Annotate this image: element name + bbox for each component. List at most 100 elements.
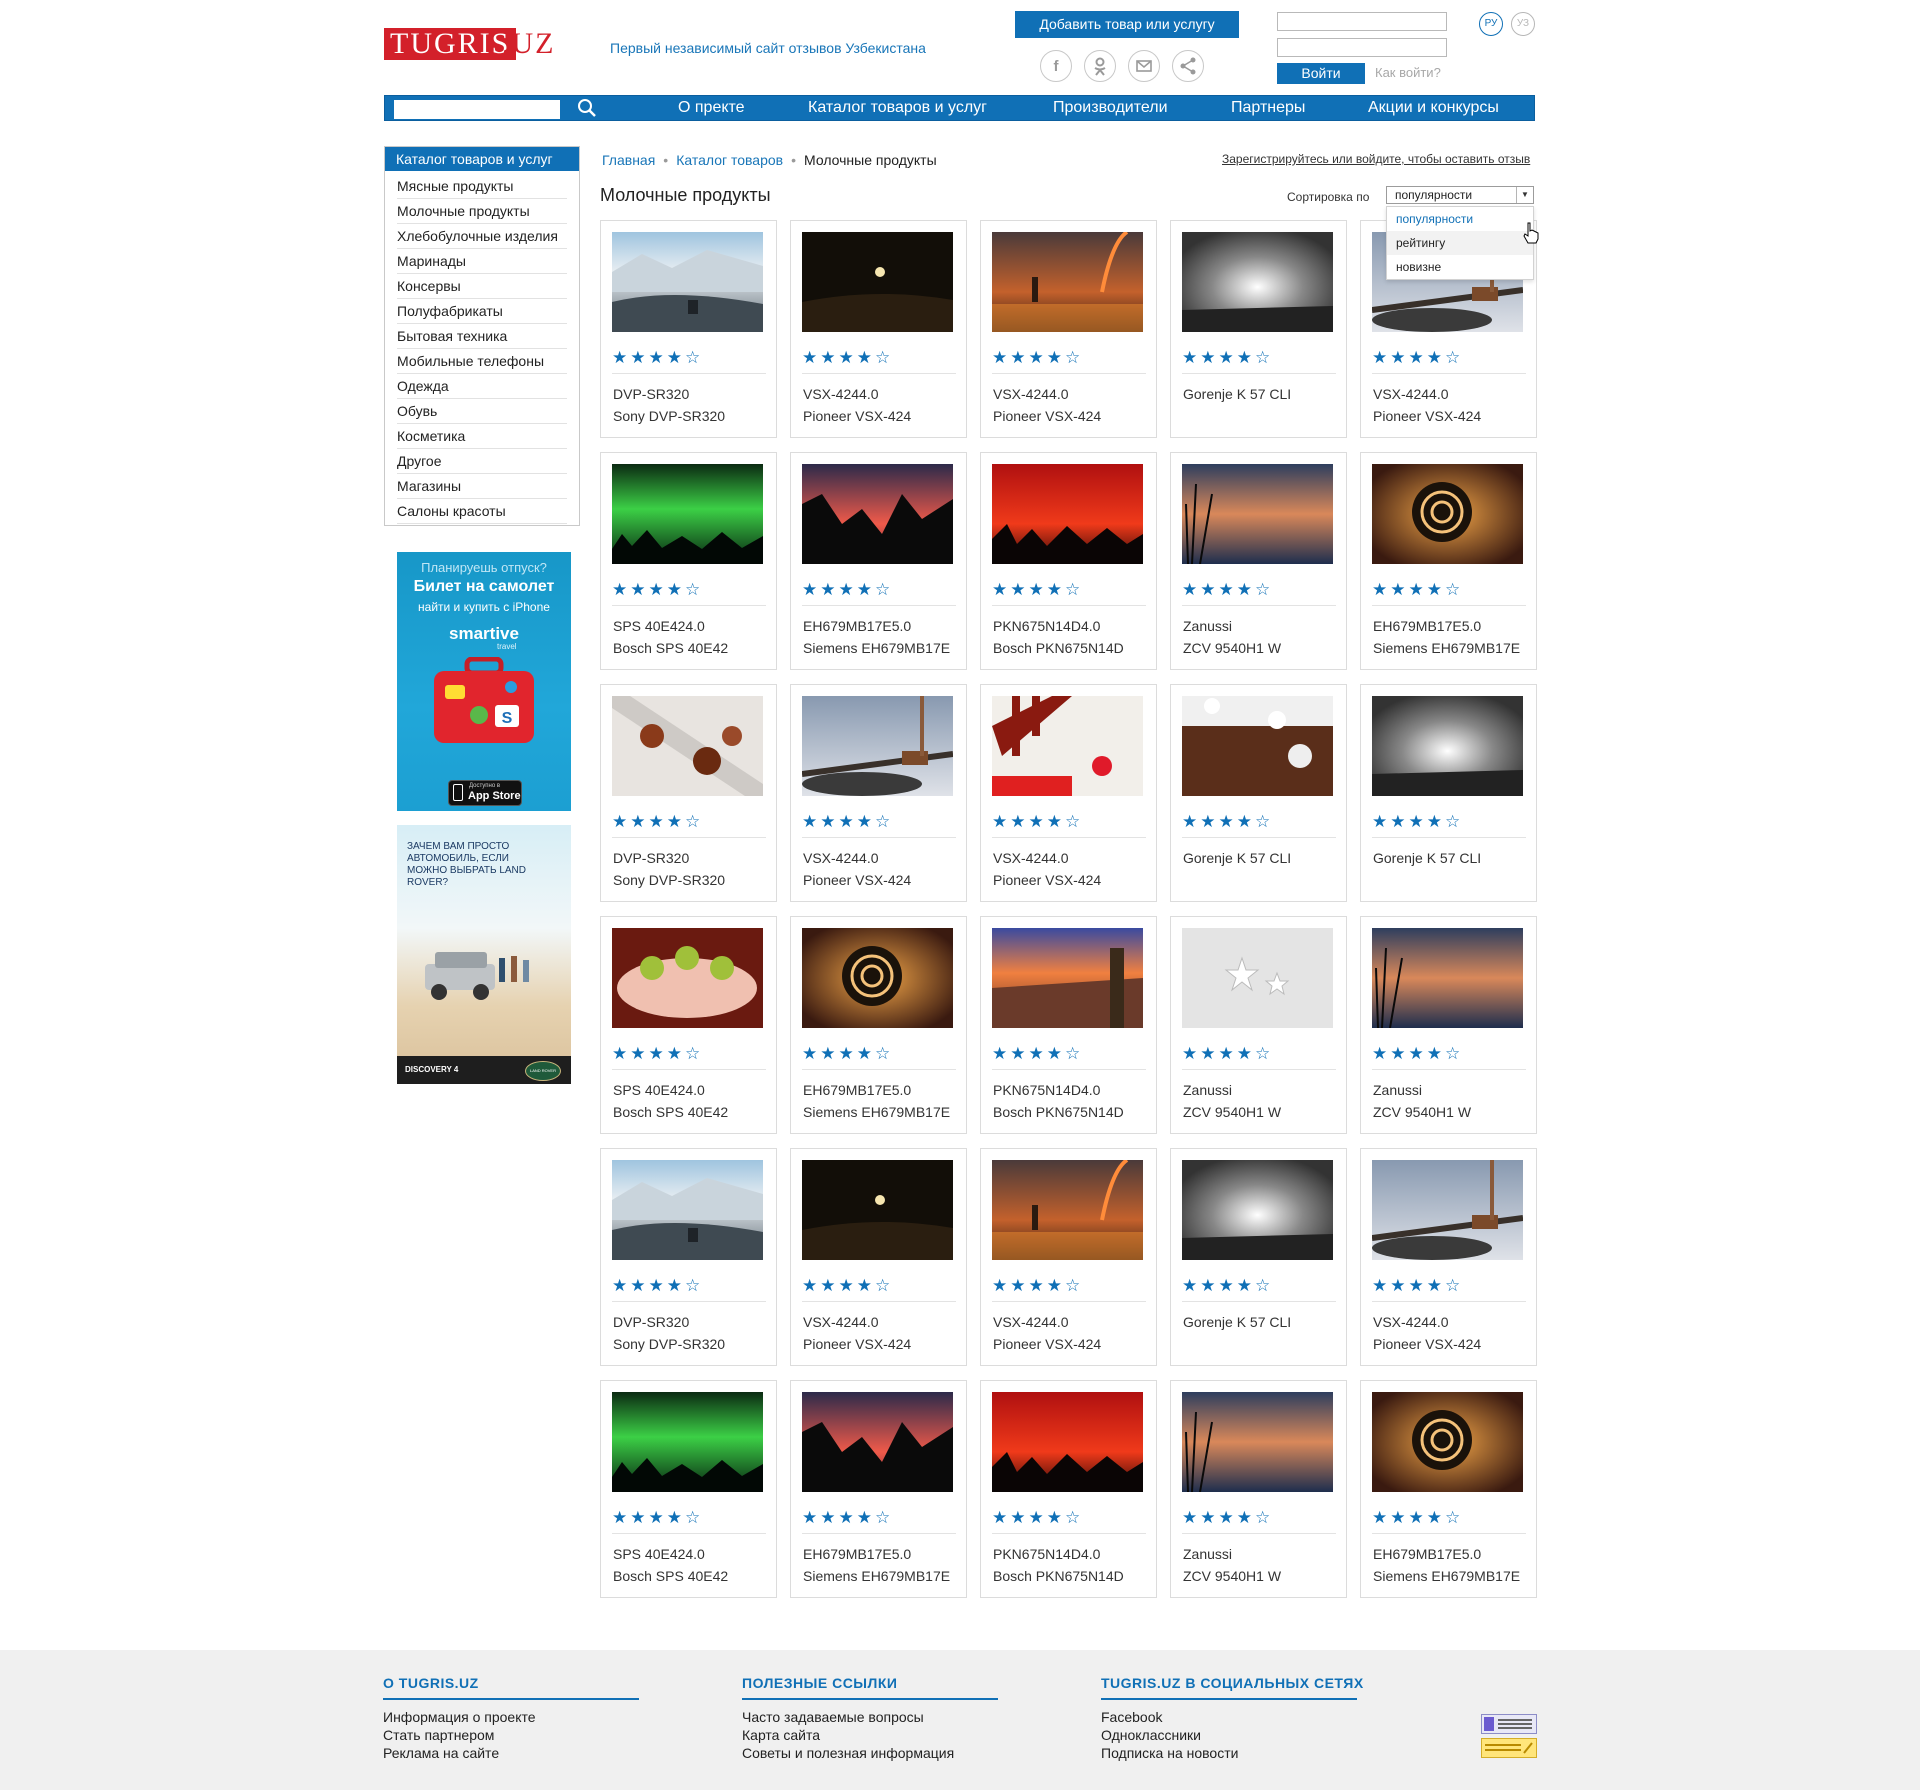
product-card[interactable]: ★★★★☆ Gorenje K 57 CLI: [1170, 1148, 1347, 1366]
product-image[interactable]: [801, 696, 954, 796]
product-card[interactable]: ★★★★☆ PKN675N14D4.0 Bosch PKN675N14D: [980, 452, 1157, 670]
sidebar-item[interactable]: Одежда: [397, 374, 567, 399]
product-image[interactable]: [612, 1160, 763, 1260]
odnoklassniki-icon[interactable]: [1084, 50, 1116, 82]
product-image[interactable]: [606, 687, 769, 805]
product-model[interactable]: SPS 40E424.0: [613, 1546, 705, 1562]
product-card[interactable]: ★★★★☆ DVP-SR320 Sony DVP-SR320: [600, 220, 777, 438]
product-card[interactable]: ★★★★☆ SPS 40E424.0 Bosch SPS 40E42: [600, 1380, 777, 1598]
product-image[interactable]: [802, 1392, 953, 1492]
product-model[interactable]: PKN675N14D4.0: [993, 1082, 1100, 1098]
dropdown-arrow-icon[interactable]: ▼: [1516, 187, 1533, 203]
product-image[interactable]: [1182, 696, 1333, 796]
product-model[interactable]: Gorenje K 57 CLI: [1373, 850, 1481, 866]
product-model[interactable]: PKN675N14D4.0: [993, 618, 1100, 634]
product-card[interactable]: ★★★★☆ SPS 40E424.0 Bosch SPS 40E42: [600, 452, 777, 670]
product-image[interactable]: [992, 928, 1143, 1028]
product-card[interactable]: ★★★★☆ SPS 40E424.0 Bosch SPS 40E42: [600, 916, 777, 1134]
footer-link[interactable]: Подписка на новости: [1101, 1745, 1238, 1761]
sidebar-item[interactable]: Консервы: [397, 274, 567, 299]
product-model[interactable]: DVP-SR320: [613, 850, 689, 866]
product-image[interactable]: [992, 696, 1143, 796]
sort-select[interactable]: популярности ▼: [1386, 186, 1534, 204]
product-name[interactable]: Bosch PKN675N14D: [993, 1104, 1124, 1120]
add-product-button[interactable]: Добавить товар или услугу: [1015, 11, 1239, 38]
share-icon[interactable]: [1172, 50, 1204, 82]
product-card[interactable]: ★★★★☆ VSX-4244.0 Pioneer VSX-424: [790, 1148, 967, 1366]
product-card[interactable]: ★★★★☆ Zanussi ZCV 9540H1 W: [1170, 1380, 1347, 1598]
footer-link[interactable]: Советы и полезная информация: [742, 1745, 954, 1761]
product-name[interactable]: Pioneer VSX-424: [993, 1336, 1101, 1352]
product-name[interactable]: Bosch PKN675N14D: [993, 640, 1124, 656]
product-model[interactable]: SPS 40E424.0: [613, 1082, 705, 1098]
register-login-link[interactable]: Зарегистрируйтесь или войдите, чтобы ост…: [1222, 152, 1530, 166]
product-model[interactable]: VSX-4244.0: [803, 1314, 879, 1330]
product-name[interactable]: Pioneer VSX-424: [1373, 1336, 1481, 1352]
stat-counter-icon[interactable]: [1481, 1714, 1537, 1734]
nav-item-promotions[interactable]: Акции и конкурсы: [1368, 96, 1499, 120]
footer-link[interactable]: Реклама на сайте: [383, 1745, 499, 1761]
product-card[interactable]: ★★★★☆ Zanussi ZCV 9540H1 W: [1170, 916, 1347, 1134]
product-model[interactable]: EH679MB17E5.0: [803, 618, 911, 634]
nav-item-manufacturers[interactable]: Производители: [1053, 96, 1168, 120]
product-name[interactable]: Pioneer VSX-424: [993, 872, 1101, 888]
product-model[interactable]: VSX-4244.0: [993, 850, 1069, 866]
sidebar-item[interactable]: Маринады: [397, 249, 567, 274]
site-logo[interactable]: TUGRIS .UZ: [384, 28, 564, 64]
product-image[interactable]: [1182, 1392, 1333, 1493]
product-name[interactable]: Bosch SPS 40E42: [613, 1568, 728, 1584]
product-image[interactable]: [1182, 928, 1333, 1028]
app-store-badge[interactable]: Доступно в App Store: [448, 780, 522, 806]
product-model[interactable]: EH679MB17E5.0: [803, 1082, 911, 1098]
product-image[interactable]: [612, 232, 763, 332]
sidebar-item[interactable]: Молочные продукты: [397, 199, 567, 224]
product-name[interactable]: Pioneer VSX-424: [803, 1336, 911, 1352]
footer-link[interactable]: Часто задаваемые вопросы: [742, 1709, 924, 1725]
sidebar-item[interactable]: Другое: [397, 449, 567, 474]
product-name[interactable]: ZCV 9540H1 W: [1183, 640, 1281, 656]
footer-link[interactable]: Стать партнером: [383, 1727, 494, 1743]
product-card[interactable]: ★★★★☆ VSX-4244.0 Pioneer VSX-424: [790, 684, 967, 902]
product-image[interactable]: [992, 230, 1143, 332]
product-card[interactable]: ★★★★☆ EH679MB17E5.0 Siemens EH679MB17E: [1360, 1380, 1537, 1598]
product-card[interactable]: ★★★★☆ VSX-4244.0 Pioneer VSX-424: [980, 684, 1157, 902]
product-image[interactable]: [1372, 928, 1523, 1029]
product-model[interactable]: VSX-4244.0: [1373, 386, 1449, 402]
sidebar-item[interactable]: Магазины: [397, 474, 567, 499]
product-card[interactable]: ★★★★☆ VSX-4244.0 Pioneer VSX-424: [980, 1148, 1157, 1366]
product-model[interactable]: Gorenje K 57 CLI: [1183, 850, 1291, 866]
product-image[interactable]: [612, 928, 763, 1028]
product-name[interactable]: ZCV 9540H1 W: [1183, 1104, 1281, 1120]
product-card[interactable]: ★★★★☆ Gorenje K 57 CLI: [1170, 220, 1347, 438]
footer-link[interactable]: Информация о проекте: [383, 1709, 536, 1725]
search-input[interactable]: [394, 100, 560, 119]
product-image[interactable]: [1372, 1392, 1523, 1492]
product-image[interactable]: [1182, 1160, 1333, 1260]
product-model[interactable]: VSX-4244.0: [1373, 1314, 1449, 1330]
product-card[interactable]: ★★★★☆ Zanussi ZCV 9540H1 W: [1170, 452, 1347, 670]
product-card[interactable]: ★★★★☆ DVP-SR320 Sony DVP-SR320: [600, 1148, 777, 1366]
product-model[interactable]: DVP-SR320: [613, 1314, 689, 1330]
product-image[interactable]: [612, 1392, 763, 1492]
product-name[interactable]: Siemens EH679MB17E: [1373, 640, 1520, 656]
footer-link[interactable]: Карта сайта: [742, 1727, 820, 1743]
product-card[interactable]: ★★★★☆ VSX-4244.0 Pioneer VSX-424: [790, 220, 967, 438]
sidebar-item[interactable]: Косметика: [397, 424, 567, 449]
product-image[interactable]: [1182, 232, 1333, 332]
product-card[interactable]: ★★★★☆ VSX-4244.0 Pioneer VSX-424: [980, 220, 1157, 438]
product-card[interactable]: ★★★★☆ EH679MB17E5.0 Siemens EH679MB17E: [790, 916, 967, 1134]
product-model[interactable]: SPS 40E424.0: [613, 618, 705, 634]
nav-item-catalog[interactable]: Каталог товаров и услуг: [808, 96, 987, 120]
mail-icon[interactable]: [1128, 50, 1160, 82]
product-card[interactable]: ★★★★☆ Gorenje K 57 CLI: [1360, 684, 1537, 902]
breadcrumb-catalog[interactable]: Каталог товаров: [676, 152, 783, 168]
nav-item-about[interactable]: О пректе: [678, 96, 745, 120]
sidebar-item[interactable]: Салоны красоты: [397, 499, 567, 524]
rating-counter-icon[interactable]: [1481, 1738, 1537, 1758]
breadcrumb-home[interactable]: Главная: [602, 152, 655, 168]
product-model[interactable]: VSX-4244.0: [993, 1314, 1069, 1330]
product-image[interactable]: [1371, 1160, 1524, 1260]
sidebar-item[interactable]: Мясные продукты: [397, 174, 567, 199]
product-model[interactable]: Zanussi: [1183, 618, 1232, 634]
lang-uz-button[interactable]: УЗ: [1511, 12, 1535, 36]
